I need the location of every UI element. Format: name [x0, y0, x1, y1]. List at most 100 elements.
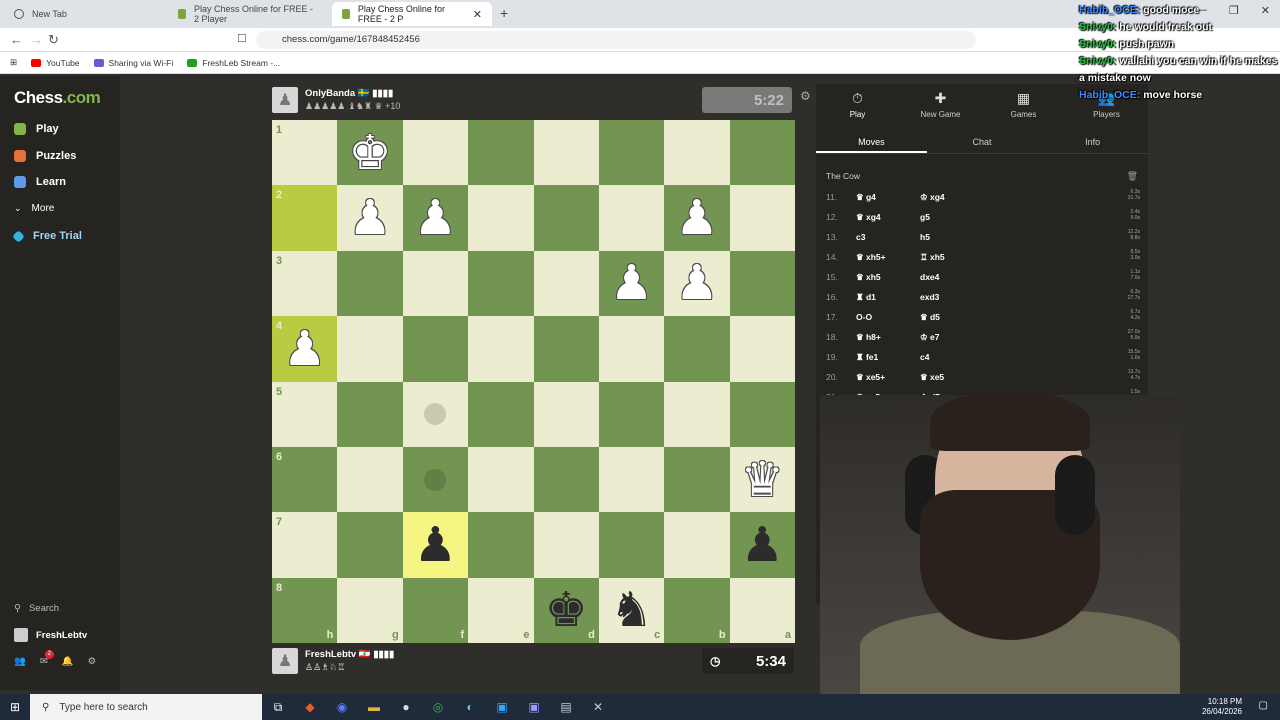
chess-logo[interactable]: Chess.com — [14, 88, 101, 108]
black-move[interactable]: h5 — [920, 232, 930, 242]
board-square[interactable] — [402, 250, 469, 317]
black-move[interactable]: g5 — [920, 212, 930, 222]
board-square[interactable] — [598, 120, 665, 186]
board-square[interactable]: ♟ — [402, 512, 469, 578]
close-tab-icon[interactable]: ✕ — [473, 8, 482, 21]
black-move[interactable]: ♛ d5 — [920, 312, 940, 323]
white-move[interactable]: ♛ xe5+ — [856, 372, 885, 383]
bell-icon[interactable]: 🔔 — [62, 656, 74, 667]
steam-icon[interactable]: ◐ — [454, 700, 486, 714]
task-view-icon[interactable]: ⧉ — [262, 700, 294, 715]
photoshop-icon[interactable]: ▣ — [486, 700, 518, 714]
avatar[interactable]: ♟ — [272, 648, 298, 674]
white-pawn-piece[interactable]: ♟ — [414, 194, 457, 242]
white-pawn-piece[interactable]: ♟ — [283, 325, 326, 373]
board-square[interactable] — [533, 381, 599, 447]
folder-icon[interactable]: ▬ — [358, 700, 390, 714]
subtab-chat[interactable]: Chat — [927, 132, 1038, 153]
white-move[interactable]: ♛ xh5 — [856, 272, 881, 283]
browser-tab-chess-2[interactable]: Play Chess Online for FREE - 2 P ✕ — [332, 2, 492, 26]
board-square[interactable] — [729, 250, 795, 317]
board-square[interactable] — [533, 446, 599, 513]
white-move[interactable]: ♛ g4 — [856, 192, 876, 203]
sidebar-search[interactable]: ⚲ Search — [14, 603, 59, 614]
new-tab-icon[interactable]: + — [500, 5, 508, 21]
browser-tab-newtab[interactable]: New Tab — [4, 2, 164, 26]
browser-tab-chess-1[interactable]: Play Chess Online for FREE - 2 Player — [168, 2, 328, 26]
tab-play[interactable]: ⏱ Play — [816, 84, 899, 124]
board-square[interactable] — [468, 120, 534, 186]
board-square[interactable] — [533, 120, 599, 186]
legal-move-dot[interactable] — [424, 468, 447, 491]
player-name[interactable]: FreshLebtv 🇱🇧 ▮▮▮▮ — [305, 649, 394, 660]
board-square[interactable] — [402, 120, 469, 186]
black-pawn-piece[interactable]: ♟ — [741, 521, 784, 569]
black-move[interactable]: ♔ xg4 — [920, 192, 945, 203]
gear-icon[interactable]: ⚙ — [88, 656, 97, 667]
white-king-piece[interactable]: ♚ — [349, 129, 392, 177]
board-square[interactable] — [598, 381, 665, 447]
chrome-icon[interactable]: ◎ — [422, 700, 454, 714]
black-move[interactable]: c4 — [920, 352, 929, 362]
sidebar-user[interactable]: FreshLebtv — [14, 628, 87, 642]
sidebar-item-learn[interactable]: Learn — [14, 176, 66, 188]
board-square[interactable] — [598, 185, 665, 251]
board-square[interactable] — [468, 185, 534, 251]
board-square[interactable] — [533, 185, 599, 251]
board-square[interactable] — [337, 316, 403, 382]
reload-icon[interactable]: ↻ — [48, 32, 59, 48]
white-pawn-piece[interactable]: ♟ — [675, 194, 718, 242]
black-pawn-piece[interactable]: ♟ — [414, 521, 457, 569]
board-square[interactable]: f — [402, 577, 469, 643]
black-move[interactable]: exd3 — [920, 292, 939, 302]
board-square[interactable]: d ♚ — [533, 577, 599, 643]
board-square[interactable] — [533, 316, 599, 382]
white-move[interactable]: O-O — [856, 312, 872, 322]
forward-icon[interactable]: → — [30, 32, 43, 47]
bookmark-icon[interactable]: ☐ — [237, 32, 247, 45]
board-square[interactable] — [337, 381, 403, 447]
back-icon[interactable]: ← — [10, 32, 23, 47]
bookmark-youtube[interactable]: YouTube — [31, 58, 80, 68]
brave-icon[interactable]: ◆ — [294, 700, 326, 714]
vm-icon[interactable]: ▤ — [550, 700, 582, 714]
board-square[interactable]: ♟ — [598, 250, 665, 317]
board-square[interactable] — [664, 120, 730, 186]
board-square[interactable] — [729, 381, 795, 447]
board-square[interactable]: 6 — [272, 446, 338, 513]
messages-icon[interactable]: ✉ 2 — [40, 650, 54, 667]
black-king-piece[interactable]: ♚ — [545, 586, 588, 634]
board-square[interactable] — [729, 316, 795, 382]
board-settings-icon[interactable]: ⚙ — [800, 89, 811, 103]
trash-icon[interactable]: 🗑 — [1127, 171, 1138, 182]
white-move[interactable]: ♛ xg4 — [856, 212, 881, 223]
bookmark-sharing[interactable]: Sharing via Wi-Fi — [93, 58, 173, 68]
subtab-info[interactable]: Info — [1037, 132, 1148, 153]
board-square[interactable]: 1 — [272, 120, 338, 186]
board-square[interactable]: a — [729, 577, 795, 643]
board-square[interactable] — [664, 381, 730, 447]
board-square[interactable]: c ♞ — [598, 577, 665, 643]
board-square[interactable] — [402, 446, 469, 513]
avatar[interactable]: ♟ — [272, 87, 298, 113]
apps-icon[interactable]: ⊞ — [10, 57, 17, 68]
chess-board[interactable]: 1 ♚ 2 ♟ ♟ ♟ 3 ♟ ♟ 4 ♟ 5 6 ♛ 7 ♟ ♟ 8 h g f e d ♚ c ♞ b a — [272, 120, 795, 643]
white-queen-piece[interactable]: ♛ — [741, 456, 784, 504]
board-square[interactable]: 2 — [272, 185, 338, 251]
board-square[interactable]: 7 — [272, 512, 338, 578]
notifications-icon[interactable]: ▢ — [1259, 700, 1268, 711]
board-square[interactable]: 4 ♟ — [272, 316, 338, 382]
board-square[interactable] — [664, 316, 730, 382]
black-move[interactable]: ♖ xh5 — [920, 252, 945, 263]
friends-icon[interactable]: 👥 — [14, 656, 26, 667]
white-move[interactable]: ♜ fe1 — [856, 352, 878, 363]
white-pawn-piece[interactable]: ♟ — [675, 259, 718, 307]
board-square[interactable]: 3 — [272, 250, 338, 317]
premiere-icon[interactable]: ▣ — [518, 700, 550, 714]
app-icon[interactable]: ◉ — [326, 700, 358, 714]
sidebar-item-puzzles[interactable]: Puzzles — [14, 150, 76, 162]
tab-new-game[interactable]: ✚ New Game — [899, 84, 982, 124]
board-square[interactable] — [533, 250, 599, 317]
board-square[interactable] — [468, 512, 534, 578]
white-move[interactable]: ♛ h8+ — [856, 332, 881, 343]
